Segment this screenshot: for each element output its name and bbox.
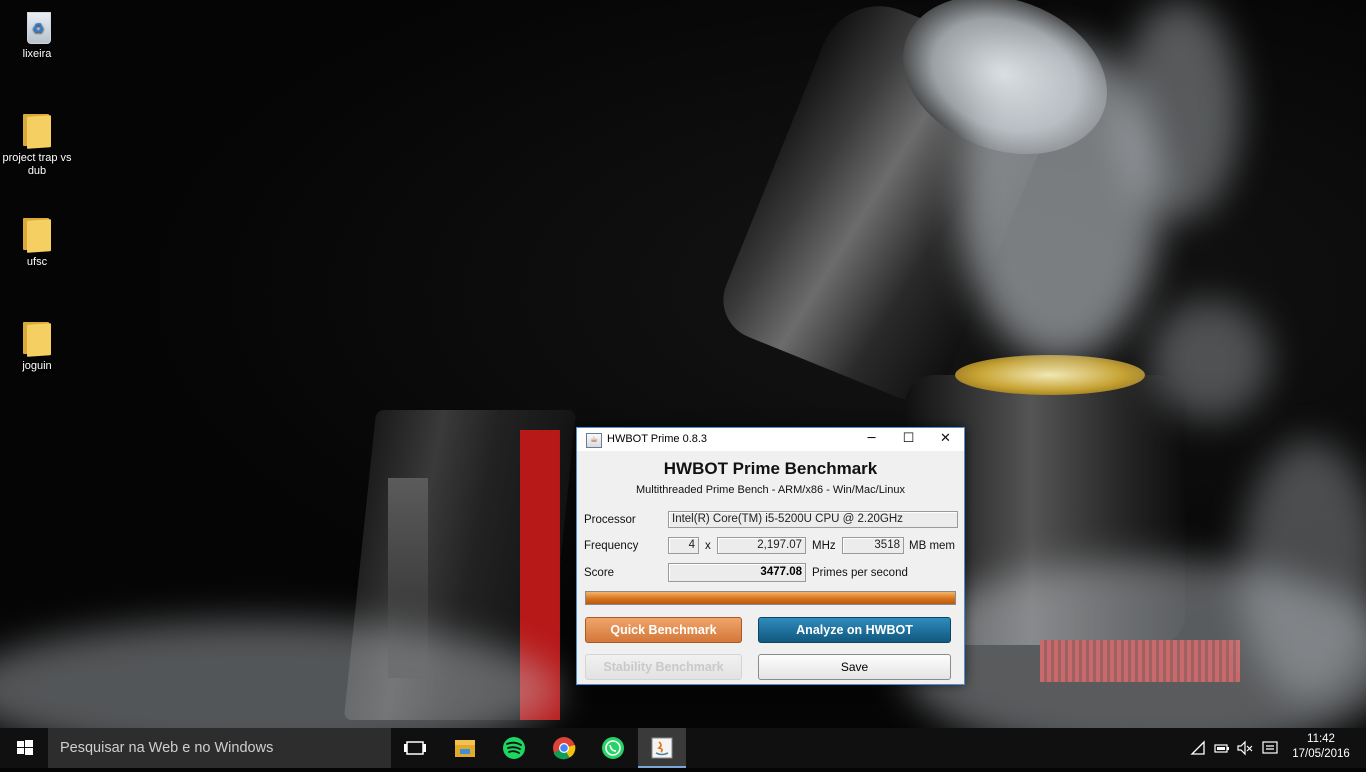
java-app-taskbar-button[interactable] (638, 728, 686, 768)
close-button[interactable]: ✕ (927, 428, 964, 451)
folder-icon (21, 320, 53, 357)
memory-field: 3518 (842, 537, 904, 554)
wallpaper-smoke (1120, 0, 1240, 220)
spotify-icon (503, 737, 525, 759)
desktop-icon-label: lixeira (22, 48, 52, 60)
memory-unit-label: MB mem (909, 540, 955, 552)
desktop-icon-folder-joguin[interactable]: joguin (0, 320, 74, 373)
processor-field: Intel(R) Core(TM) i5-5200U CPU @ 2.20GHz (668, 511, 958, 528)
hwbot-window: ☕ HWBOT Prime 0.8.3 ─ ☐ ✕ HWBOT Prime Be… (576, 427, 965, 685)
taskbar: Pesquisar na Web e no Windows 11:42 17/0… (0, 728, 1366, 768)
clock-time: 11:42 (1307, 733, 1335, 745)
task-view-button[interactable] (391, 728, 439, 768)
stability-benchmark-button: Stability Benchmark (585, 654, 742, 680)
windows-logo-icon (17, 740, 33, 755)
app-subheading: Multithreaded Prime Bench - ARM/x86 - Wi… (636, 484, 905, 496)
desktop-icon-folder-project[interactable]: project trap vs dub (0, 112, 74, 178)
desktop-icon-label: ufsc (26, 256, 48, 268)
task-view-icon (404, 741, 426, 755)
spotify-button[interactable] (490, 728, 538, 768)
mhz-unit-label: MHz (812, 540, 836, 552)
wifi-icon[interactable] (1190, 740, 1206, 756)
recycle-bin-icon: ♻ (21, 8, 53, 44)
clock-date: 17/05/2016 (1292, 748, 1350, 760)
desktop-icon-label: joguin (22, 360, 52, 372)
search-box[interactable]: Pesquisar na Web e no Windows (48, 728, 391, 768)
chrome-button[interactable] (540, 728, 588, 768)
file-explorer-button[interactable] (441, 728, 489, 768)
processor-label: Processor (584, 514, 636, 526)
score-label: Score (584, 567, 615, 579)
java-icon (651, 737, 673, 759)
folder-icon (21, 216, 53, 253)
quick-benchmark-button[interactable]: Quick Benchmark (585, 617, 742, 643)
chrome-icon (553, 737, 576, 760)
analyze-on-hwbot-button[interactable]: Analyze on HWBOT (758, 617, 951, 643)
desktop-icon-label: project trap vs dub (2, 152, 72, 177)
score-unit-label: Primes per second (812, 567, 908, 579)
desktop-icon-folder-ufsc[interactable]: ufsc (0, 216, 74, 269)
start-button[interactable] (0, 728, 48, 768)
whatsapp-icon (602, 737, 624, 759)
java-app-icon: ☕ (586, 433, 602, 448)
wallpaper-pot-rim (955, 355, 1145, 395)
volume-muted-icon[interactable] (1237, 740, 1253, 756)
cores-field: 4 (668, 537, 699, 554)
whatsapp-button[interactable] (589, 728, 637, 768)
wallpaper-smoke (1150, 300, 1270, 420)
action-center-icon[interactable] (1262, 740, 1278, 756)
app-heading: HWBOT Prime Benchmark (663, 459, 878, 478)
file-explorer-icon (455, 740, 475, 757)
folder-icon (21, 112, 53, 149)
times-label: x (705, 540, 711, 552)
save-button[interactable]: Save (758, 654, 951, 680)
battery-icon[interactable] (1214, 740, 1230, 756)
desktop-icon-recycle-bin[interactable]: ♻ lixeira (0, 8, 74, 61)
title-bar[interactable]: ☕ HWBOT Prime 0.8.3 ─ ☐ ✕ (577, 428, 964, 451)
score-field: 3477.08 (668, 563, 806, 582)
progress-fill (586, 592, 955, 604)
system-clock[interactable]: 11:42 17/05/2016 (1286, 732, 1356, 762)
benchmark-progress-bar (585, 591, 956, 605)
window-title: HWBOT Prime 0.8.3 (607, 433, 708, 445)
frequency-label: Frequency (584, 540, 639, 552)
mhz-field: 2,197.07 (717, 537, 806, 554)
minimize-button[interactable]: ─ (853, 428, 890, 451)
maximize-button[interactable]: ☐ (890, 428, 927, 451)
